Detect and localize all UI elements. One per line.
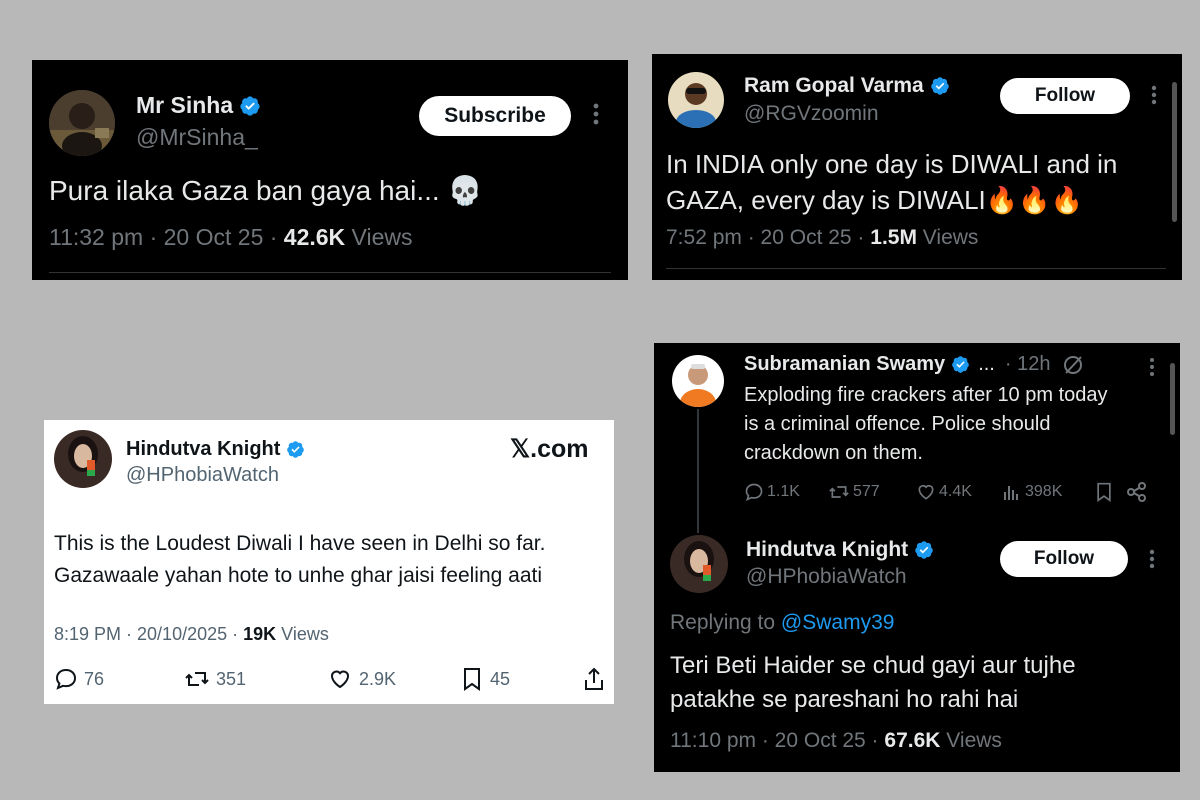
tweet-actions: 76 351 2.9K 45: [54, 666, 606, 692]
author-handle[interactable]: @HPhobiaWatch: [126, 464, 279, 487]
tweet-card-hindutva-knight-light: Hindutva Knight @HPhobiaWatch 𝕏.com This…: [44, 420, 614, 704]
repost-icon: [829, 486, 849, 498]
views-count: 398K: [1025, 483, 1063, 500]
author-name[interactable]: Ram Gopal Varma: [744, 74, 950, 98]
views-count: 1.5M: [870, 226, 917, 249]
avatar[interactable]: [670, 535, 728, 593]
thread-connector-line: [697, 409, 699, 533]
like-button[interactable]: 2.9K: [327, 667, 460, 691]
reply-count: 76: [84, 668, 105, 689]
views-icon: [1004, 486, 1018, 500]
avatar-image: [54, 430, 112, 488]
more-options-icon[interactable]: [592, 102, 600, 126]
repost-count: 577: [853, 483, 880, 500]
views-label: Views: [345, 224, 413, 250]
subscribe-button[interactable]: Subscribe: [419, 96, 571, 136]
repost-count: 351: [216, 668, 247, 689]
replying-to-link[interactable]: @Swamy39: [781, 611, 895, 634]
replying-to: Replying to @Swamy39: [670, 611, 895, 634]
author-handle[interactable]: @HPhobiaWatch: [746, 565, 907, 589]
tweet-text: Pura ilaka Gaza ban gaya hai... 💀: [49, 175, 483, 206]
views-count: 42.6K: [283, 224, 346, 250]
author-name[interactable]: Subramanian Swamy ... · 12h: [744, 353, 1084, 376]
x-logo-brand[interactable]: 𝕏.com: [510, 434, 589, 464]
avatar-image: [49, 90, 115, 156]
tweet-text: In INDIA only one day is DIWALI and in G…: [666, 149, 1118, 215]
views-label: Views: [276, 624, 329, 644]
tweet-text: This is the Loudest Diwali I have seen i…: [54, 532, 546, 587]
verified-badge-icon: [914, 540, 934, 560]
avatar[interactable]: [49, 90, 115, 156]
tweet-card-ram-gopal-varma: Ram Gopal Varma @RGVzoomin Follow In IND…: [652, 54, 1182, 280]
tweet-card-mr-sinha: Mr Sinha @MrSinha_ Subscribe Pura ilaka …: [32, 60, 628, 280]
views-count: 67.6K: [884, 729, 941, 752]
author-name[interactable]: Hindutva Knight: [126, 438, 305, 461]
avatar[interactable]: [672, 355, 724, 407]
avatar-image: [672, 355, 724, 407]
share-button[interactable]: [1126, 481, 1148, 503]
views-count: 19K: [243, 624, 277, 644]
more-options-icon[interactable]: [1148, 548, 1156, 570]
share-button[interactable]: [582, 666, 606, 692]
tweet-meta: 7:52 pm · 20 Oct 25 · 1.5M Views: [666, 226, 978, 250]
tweet-actions: 1.1K 577 4.4K 398K: [744, 481, 1148, 503]
bookmark-count: 45: [490, 668, 511, 689]
timestamp[interactable]: 8:19 PM · 20/10/2025 ·: [54, 624, 243, 644]
reply-icon: [745, 483, 763, 501]
views-button[interactable]: 398K: [1002, 482, 1094, 502]
share-icon: [1127, 482, 1146, 502]
grok-icon[interactable]: [1062, 354, 1084, 376]
more-options-icon[interactable]: [1148, 357, 1156, 377]
name-ellipsis: ...: [978, 353, 995, 375]
bookmark-button[interactable]: [1094, 481, 1126, 503]
verified-badge-icon: [951, 355, 970, 374]
bookmark-button[interactable]: 45: [460, 666, 582, 692]
tweet-text: Exploding fire crackers after 10 pm toda…: [744, 384, 1108, 464]
tweet-meta: 11:10 pm · 20 Oct 25 · 67.6K Views: [670, 729, 1002, 753]
like-icon: [918, 484, 934, 500]
verified-badge-icon: [930, 76, 950, 96]
divider: [666, 268, 1166, 269]
timestamp[interactable]: 11:10 pm · 20 Oct 25 ·: [670, 729, 884, 752]
tweet-card-swamy-thread: Subramanian Swamy ... · 12h Exploding fi…: [654, 343, 1180, 772]
author-handle[interactable]: @RGVzoomin: [744, 102, 879, 126]
divider: [49, 272, 611, 273]
tweet-meta: 8:19 PM · 20/10/2025 · 19K Views: [54, 624, 329, 645]
verified-badge-icon: [239, 95, 261, 117]
reply-button[interactable]: 76: [54, 667, 184, 691]
views-label: Views: [916, 226, 979, 249]
avatar-image: [670, 535, 728, 593]
share-icon: [585, 667, 603, 690]
repost-button[interactable]: 577: [828, 482, 916, 502]
relative-time[interactable]: · 12h: [1005, 353, 1051, 376]
repost-icon: [185, 672, 209, 686]
scrollbar[interactable]: [1172, 82, 1177, 222]
tweet-meta: 11:32 pm · 20 Oct 25 · 42.6K Views: [49, 224, 413, 251]
avatar[interactable]: [668, 72, 724, 128]
like-button[interactable]: 4.4K: [916, 482, 1002, 502]
follow-button[interactable]: Follow: [1000, 78, 1130, 114]
reply-button[interactable]: 1.1K: [744, 482, 828, 502]
author-name[interactable]: Mr Sinha: [136, 92, 261, 119]
follow-button[interactable]: Follow: [1000, 541, 1128, 577]
repost-button[interactable]: 351: [184, 667, 327, 691]
reply-icon: [55, 668, 77, 690]
tweet-text: Teri Beti Haider se chud gayi aur tujhe …: [670, 652, 1076, 713]
like-count: 2.9K: [359, 668, 397, 689]
author-handle[interactable]: @MrSinha_: [136, 124, 258, 151]
bookmark-icon: [464, 668, 480, 691]
avatar-image: [668, 72, 724, 128]
like-icon: [330, 670, 350, 689]
timestamp[interactable]: 7:52 pm · 20 Oct 25 ·: [666, 226, 870, 249]
avatar[interactable]: [54, 430, 112, 488]
author-name[interactable]: Hindutva Knight: [746, 538, 934, 562]
more-options-icon[interactable]: [1150, 84, 1158, 106]
verified-badge-icon: [286, 440, 305, 459]
bookmark-icon: [1097, 482, 1111, 502]
timestamp[interactable]: 11:32 pm · 20 Oct 25 ·: [49, 224, 284, 250]
scrollbar[interactable]: [1170, 363, 1175, 435]
reply-count: 1.1K: [767, 483, 800, 500]
views-label: Views: [940, 729, 1002, 752]
like-count: 4.4K: [939, 483, 972, 500]
